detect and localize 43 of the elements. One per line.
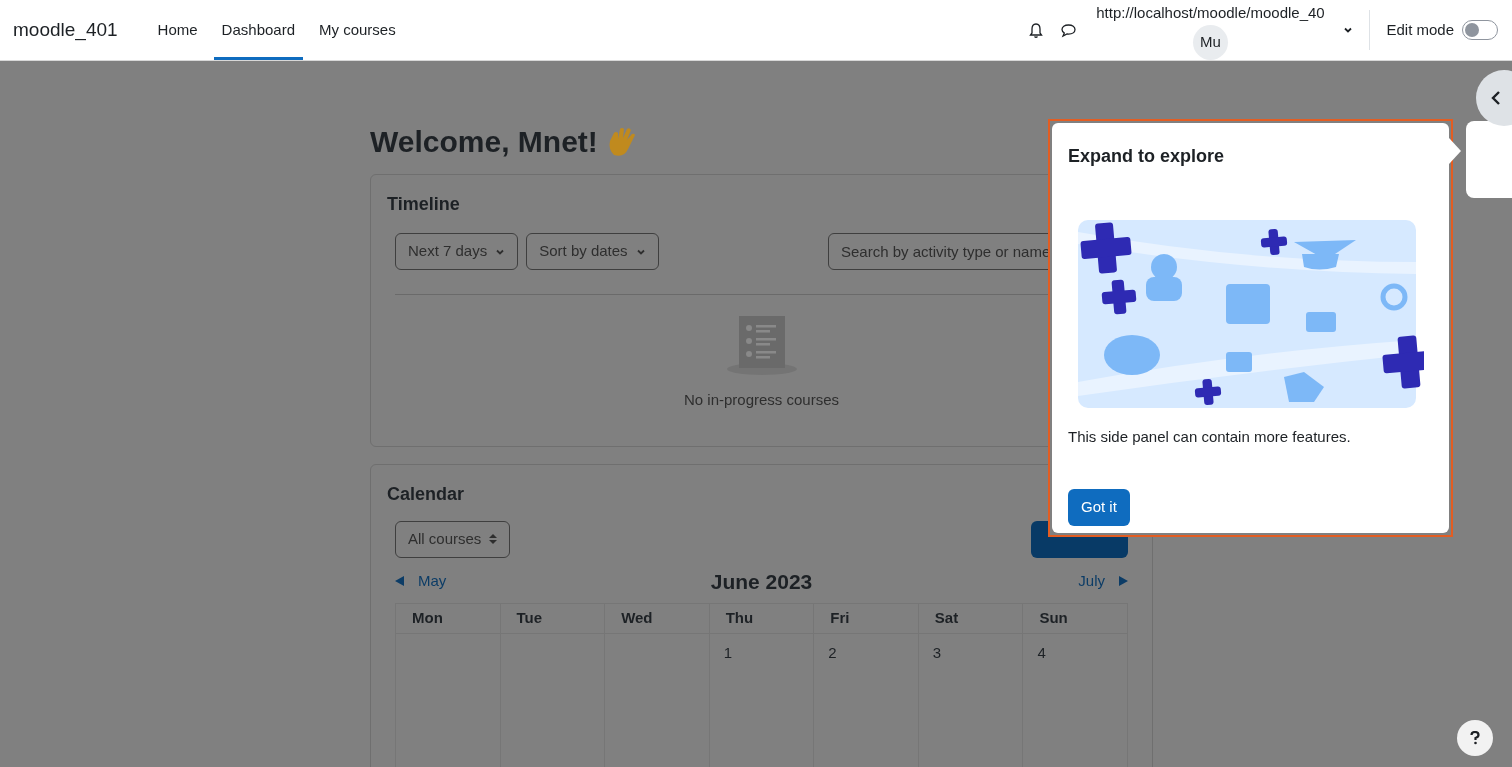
site-name[interactable]: moodle_401 — [13, 15, 118, 45]
nav-tab[interactable]: Home — [149, 0, 206, 60]
sort-caret-icon — [489, 533, 498, 545]
month-title: June 2023 — [710, 568, 813, 595]
date-number[interactable]: 3 — [932, 644, 942, 661]
filter-dropdown[interactable]: Sort by dates — [526, 233, 659, 270]
empty-message: No in-progress courses — [683, 390, 840, 410]
chat-bubble-icon[interactable] — [1060, 22, 1078, 38]
empty-list-icon — [725, 316, 798, 376]
user-url: http://localhost/moodle/moodle_40 — [1096, 3, 1325, 23]
date-number[interactable]: 2 — [828, 644, 837, 661]
user-menu[interactable]: http://localhost/moodle/moodle_40 Mu — [1095, 0, 1370, 60]
caret-icon — [1343, 25, 1354, 35]
prev-month-link[interactable]: May — [395, 570, 515, 593]
nav-tab[interactable]: My courses — [311, 0, 404, 60]
welcome-heading: Welcome, Mnet! — [370, 124, 598, 160]
help-button[interactable] — [1457, 720, 1493, 756]
weekday-header: Mon — [396, 604, 501, 634]
card-title: Calendar — [387, 482, 465, 506]
weekday-header: Sat — [918, 604, 1024, 634]
card-title: Timeline — [387, 193, 460, 216]
question-mark-icon — [1470, 731, 1480, 745]
right-triangle-icon — [1119, 576, 1128, 587]
course-filter-select[interactable]: All courses — [395, 520, 511, 558]
nav-tab[interactable]: Dashboard — [213, 0, 303, 60]
weekday-header: Tue — [500, 604, 606, 634]
next-month-link[interactable]: July — [1008, 570, 1128, 593]
user-avatar: Mu — [1192, 25, 1228, 60]
popover-text: This side panel can contain more features. — [1068, 427, 1352, 447]
got-it-button[interactable]: Got it — [1068, 488, 1130, 526]
chevron-left-icon — [1490, 91, 1502, 105]
edit-mode-switch[interactable] — [1462, 20, 1498, 40]
edit-mode-label: Edit mode — [1386, 19, 1454, 40]
weekday-header: Sun — [1023, 604, 1128, 634]
weekday-header: Wed — [605, 604, 710, 634]
bell-icon[interactable] — [1028, 21, 1045, 39]
weekday-header: Thu — [709, 604, 815, 634]
weekday-header: Fri — [814, 604, 919, 634]
filter-dropdown[interactable]: Next 7 days — [395, 233, 519, 270]
left-triangle-icon — [395, 576, 404, 587]
popover-title: Expand to explore — [1068, 145, 1226, 168]
date-number[interactable]: 4 — [1037, 644, 1046, 661]
date-number[interactable]: 1 — [723, 644, 733, 661]
